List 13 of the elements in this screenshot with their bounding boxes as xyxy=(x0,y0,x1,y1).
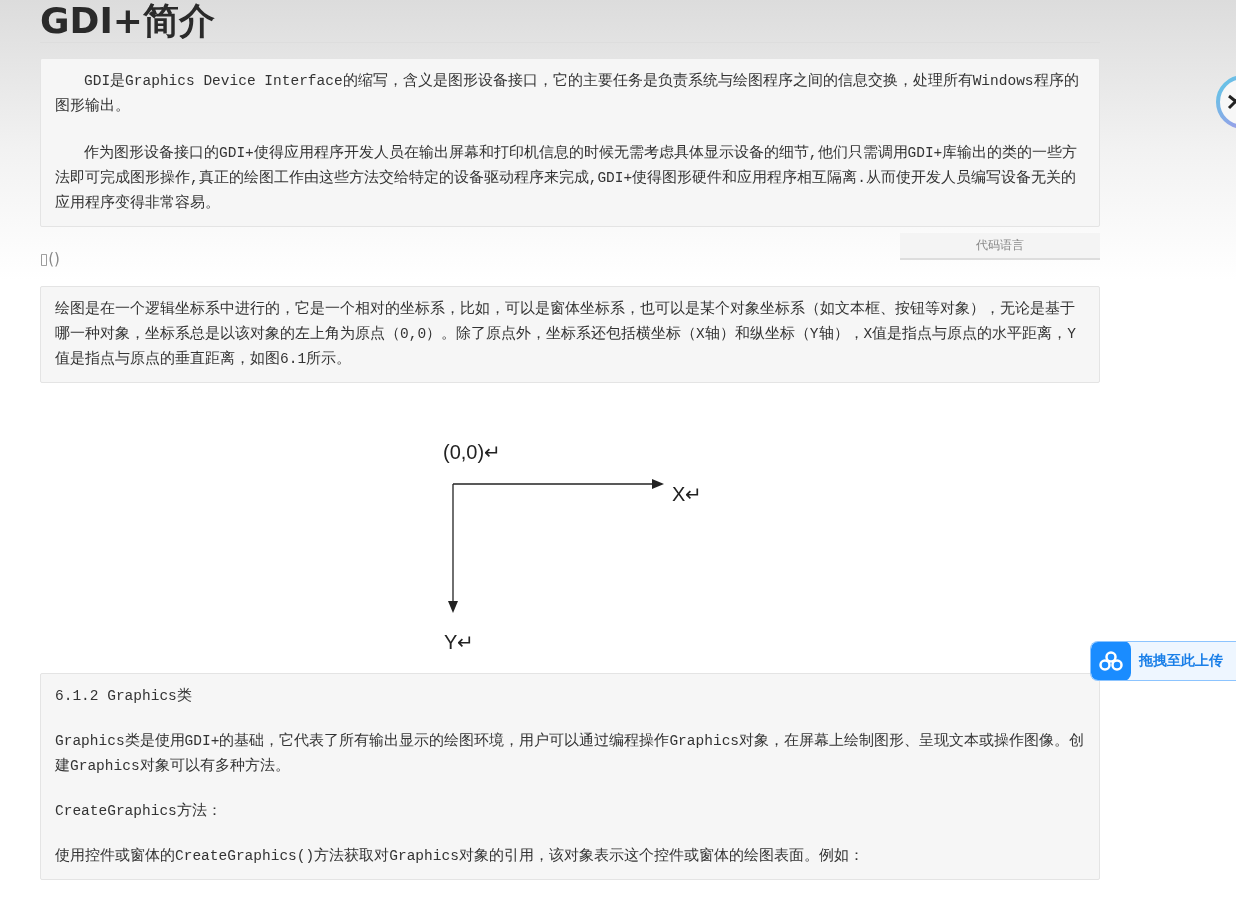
paragraph: 作为图形设备接口的GDI+使得应用程序开发人员在输出屏幕和打印机信息的时候无需考虑具体显示设备的细节,他们只需调用GDI+库输出的类的一些方法即可完成图形操作,真正的绘图工作由这些方法交给特定的设备驱动程序来完成,GDI+使得图形硬件和应用程序相互隔离.从而使开发人员编写设备无关的应用程序变得非常容易。 xyxy=(55,143,1079,213)
paragraph: 6.1.2 Graphics类 xyxy=(55,686,193,706)
paragraph: 绘图是在一个逻辑坐标系中进行的，它是一个相对的坐标系，比如，可以是窗体坐标系，也可以是某个对象坐标系（如文本框、按钮等对象），无论是基于哪一种对象，坐标系总是以该对象的左上角为原点（0,0）。除了原点外，坐标系还包括横坐标（X轴）和纵坐标（Y轴），X值是指点与原点的水平距离，Y值是指点与原点的垂直距离，如图6.1所示。 xyxy=(55,299,1077,369)
x-axis-label: X↵ xyxy=(672,483,703,505)
paragraph: 使用控件或窗体的CreateGraphics()方法获取对Graphics对象的引用，该对象表示这个控件或窗体的绘图表面。例如： xyxy=(55,846,865,866)
paragraph: GDI是Graphics Device Interface的缩写，含义是图形设备接口，它的主要任务是负责系统与绘图程序之间的信息交换，处理所有Windows程序的图形输出。 xyxy=(55,71,1080,116)
paragraph: CreateGraphics方法： xyxy=(55,801,223,821)
upload-button[interactable]: 拖拽至此上传 xyxy=(1090,641,1236,681)
article-title: GDI+简介 xyxy=(40,0,1100,43)
y-axis-label: Y↵ xyxy=(444,631,475,653)
paragraph: Graphics类是使用GDI+的基础，它代表了所有输出显示的绘图环境，用户可以通过编程操作Graphics对象，在屏幕上绘制图形、呈现文本或操作图像。创建Graphics对象可以有多种方法。 xyxy=(55,731,1085,776)
code-language-button[interactable]: 代码语言 xyxy=(900,233,1100,260)
origin-label: (0,0)↵ xyxy=(443,441,502,463)
